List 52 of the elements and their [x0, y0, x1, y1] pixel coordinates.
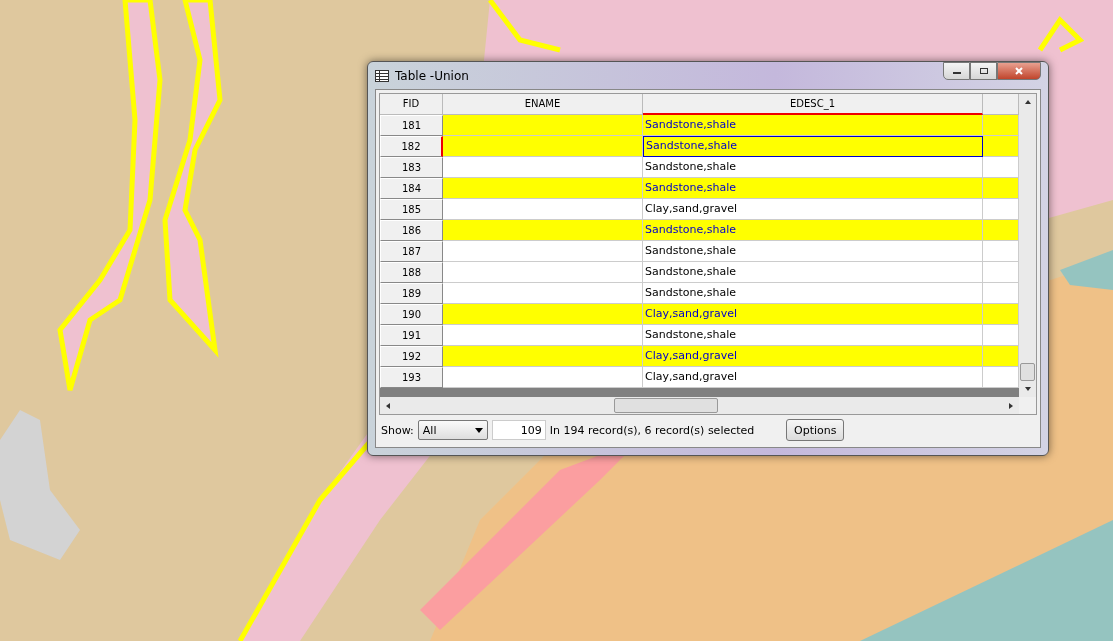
show-dropdown[interactable]: All: [417, 420, 488, 440]
table-row[interactable]: 193 Clay,sand,gravel: [380, 367, 1019, 388]
record-status: In 194 record(s), 6 record(s) selected: [549, 423, 755, 437]
horizontal-scrollbar[interactable]: [380, 397, 1036, 414]
table-row[interactable]: 187 Sandstone,shale: [380, 241, 1019, 262]
table-row[interactable]: 191 Sandstone,shale: [380, 325, 1019, 346]
table-row[interactable]: 189 Sandstone,shale: [380, 283, 1019, 304]
table-row[interactable]: 181 Sandstone,shale: [380, 115, 1019, 136]
close-button[interactable]: [997, 62, 1041, 80]
row-header[interactable]: 188: [380, 262, 443, 283]
row-header[interactable]: 193: [380, 367, 443, 388]
scroll-left-icon: [384, 401, 392, 410]
table-row[interactable]: 188 Sandstone,shale: [380, 262, 1019, 283]
row-header[interactable]: 183: [380, 157, 443, 178]
vertical-scrollbar[interactable]: [1019, 94, 1036, 397]
maximize-icon: [978, 67, 989, 75]
row-header[interactable]: 185: [380, 199, 443, 220]
column-header[interactable]: FID: [380, 94, 443, 115]
row-header[interactable]: 192: [380, 346, 443, 367]
column-header[interactable]: EDESC_1: [643, 94, 983, 115]
row-header[interactable]: 181: [380, 115, 443, 136]
table-row[interactable]: 186 Sandstone,shale: [380, 220, 1019, 241]
row-header[interactable]: 190: [380, 304, 443, 325]
close-icon: [1014, 67, 1024, 75]
row-header[interactable]: 184: [380, 178, 443, 199]
maximize-button[interactable]: [970, 62, 997, 80]
table-cell: Sandstone,shale: [643, 136, 983, 157]
row-header[interactable]: 191: [380, 325, 443, 346]
caret-icon: [474, 427, 483, 433]
table-row[interactable]: 192 Clay,sand,gravel: [380, 346, 1019, 367]
table-row[interactable]: 183 Sandstone,shale: [380, 157, 1019, 178]
show-label: Show:: [381, 423, 414, 437]
row-header[interactable]: 182: [380, 136, 443, 157]
table-row[interactable]: 185 Clay,sand,gravel: [380, 199, 1019, 220]
scroll-right-icon: [1007, 401, 1015, 410]
scroll-down-icon: [1023, 385, 1032, 393]
minimize-button[interactable]: [943, 62, 970, 80]
scroll-thumb[interactable]: [614, 398, 718, 413]
record-number-field[interactable]: 109: [491, 420, 546, 440]
scroll-thumb[interactable]: [1020, 363, 1035, 381]
column-header[interactable]: ENAME: [443, 94, 643, 115]
row-header[interactable]: 187: [380, 241, 443, 262]
table-icon: [375, 69, 389, 82]
table-cell: Sandstone,shale: [643, 115, 983, 136]
table-row[interactable]: 190 Clay,sand,gravel: [380, 304, 1019, 325]
options-button[interactable]: Options: [786, 419, 845, 441]
row-header[interactable]: 186: [380, 220, 443, 241]
scroll-up-icon: [1023, 98, 1032, 106]
window-title: Table -Union: [395, 68, 470, 83]
table-row[interactable]: 182 Sandstone,shale: [380, 136, 1019, 157]
table-row[interactable]: 184 Sandstone,shale: [380, 178, 1019, 199]
row-header[interactable]: 189: [380, 283, 443, 304]
